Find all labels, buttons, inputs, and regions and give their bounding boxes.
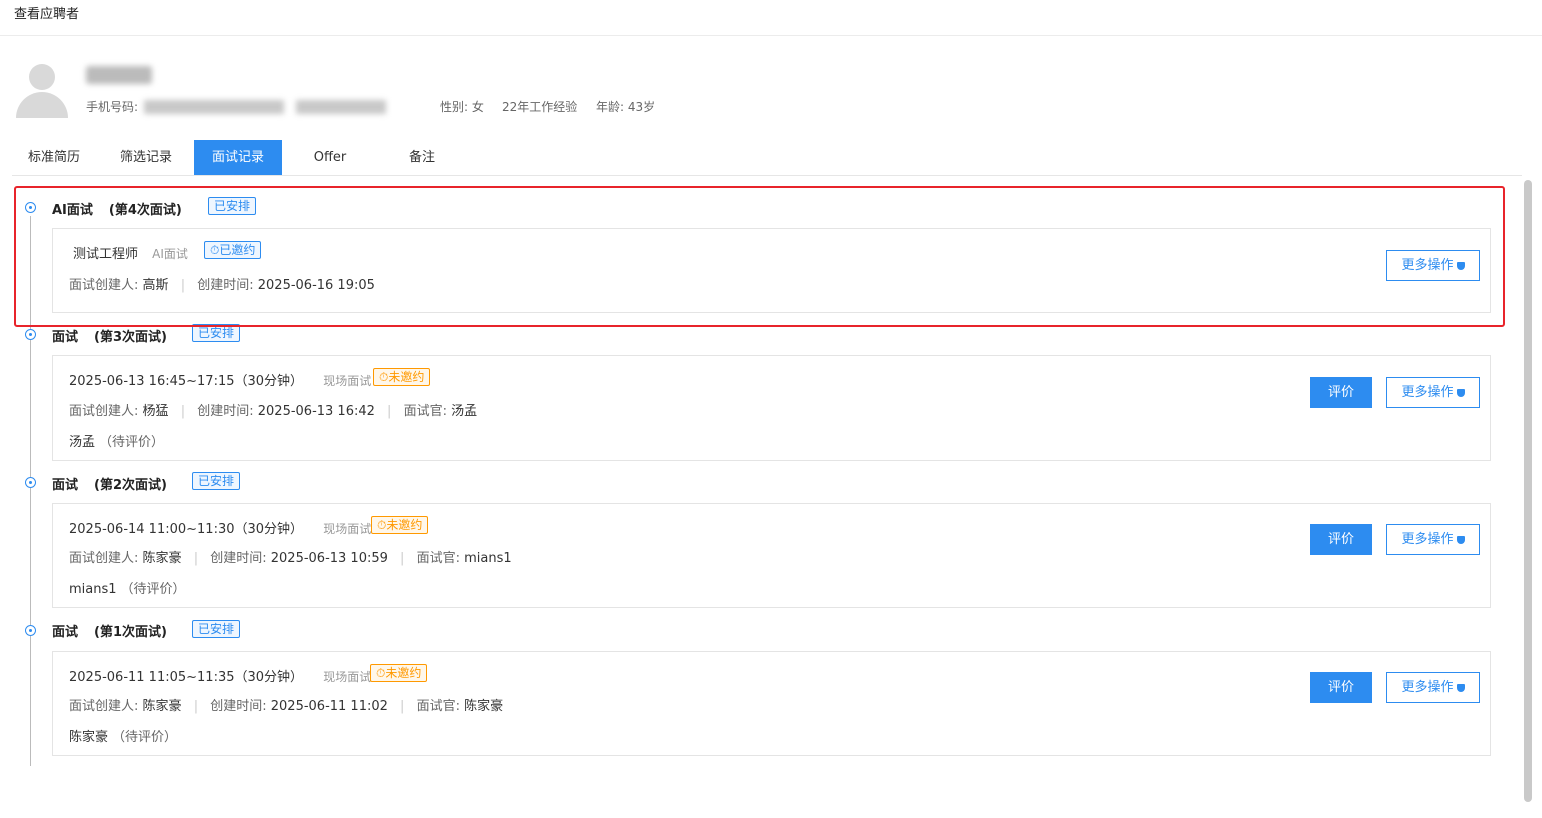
evaluator: 陈家豪: [69, 730, 109, 745]
phone-masked: [144, 100, 284, 114]
dropdown-icon: [1456, 535, 1465, 544]
timeline-dot: [25, 625, 36, 636]
evaluate-button[interactable]: 评价: [1310, 377, 1372, 408]
more-actions-button[interactable]: 更多操作: [1386, 524, 1480, 555]
status-badge: 已安排: [192, 472, 241, 490]
interview-card: 2025-06-11 11:05~11:35（30分钟） 现场面试 ⏱未邀约 面…: [52, 651, 1491, 756]
evaluator: mians1: [69, 582, 117, 597]
more-actions-button[interactable]: 更多操作: [1386, 377, 1480, 408]
vertical-scrollbar[interactable]: [1524, 180, 1532, 802]
interview-card: 2025-06-13 16:45~17:15（30分钟） 现场面试 ⏱未邀约 面…: [52, 355, 1491, 461]
invite-badge: ⏱未邀约: [373, 368, 431, 386]
age: 年龄: 43岁: [596, 100, 656, 114]
experience: 22年工作经验: [502, 100, 578, 114]
evaluate-button[interactable]: 评价: [1310, 524, 1372, 555]
more-actions-button[interactable]: 更多操作: [1386, 672, 1480, 703]
invite-badge: ⏱未邀约: [371, 516, 429, 534]
tab-bar: 标准简历 筛选记录 面试记录 Offer 备注: [12, 140, 1522, 176]
evaluator: 汤孟: [69, 435, 96, 450]
tab-offer[interactable]: Offer: [292, 140, 368, 175]
interview-type: 现场面试: [323, 374, 372, 388]
interview-type: 现场面试: [323, 522, 372, 536]
interview-time: 2025-06-14 11:00~11:30（30分钟）: [69, 522, 304, 537]
tab-screening[interactable]: 筛选记录: [104, 140, 188, 175]
status-badge: 已安排: [192, 620, 241, 638]
tab-interviews[interactable]: 面试记录: [194, 140, 282, 175]
evaluate-button[interactable]: 评价: [1310, 672, 1372, 703]
invite-badge: ⏱未邀约: [370, 664, 428, 682]
interview-time: 2025-06-11 11:05~11:35（30分钟）: [69, 670, 304, 685]
interview-card: 2025-06-14 11:00~11:30（30分钟） 现场面试 ⏱未邀约 面…: [52, 503, 1491, 608]
applicant-name-masked: [86, 66, 152, 84]
dialog-header: 查看应聘者: [0, 0, 1542, 36]
tab-resume[interactable]: 标准简历: [12, 140, 96, 175]
interview-type: 现场面试: [323, 670, 372, 684]
phone-label: 手机号码:: [86, 100, 139, 114]
dropdown-icon: [1456, 683, 1465, 692]
round-title: 面试 (第3次面试): [52, 330, 167, 345]
dropdown-icon: [1456, 388, 1465, 397]
gender: 性别: 女: [440, 100, 484, 114]
highlight-box: [14, 186, 1505, 327]
interview-time: 2025-06-13 16:45~17:15（30分钟）: [69, 374, 304, 389]
applicant-profile: 手机号码: 性别: 女 22年工作经验 年龄: 43岁: [0, 36, 1542, 132]
email-masked: [296, 100, 386, 114]
round-title: 面试 (第1次面试): [52, 625, 167, 640]
tab-notes[interactable]: 备注: [382, 140, 462, 175]
page-title: 查看应聘者: [14, 7, 80, 22]
timeline-dot: [25, 477, 36, 488]
timeline-dot: [25, 329, 36, 340]
round-title: 面试 (第2次面试): [52, 478, 167, 493]
avatar: [14, 62, 70, 118]
